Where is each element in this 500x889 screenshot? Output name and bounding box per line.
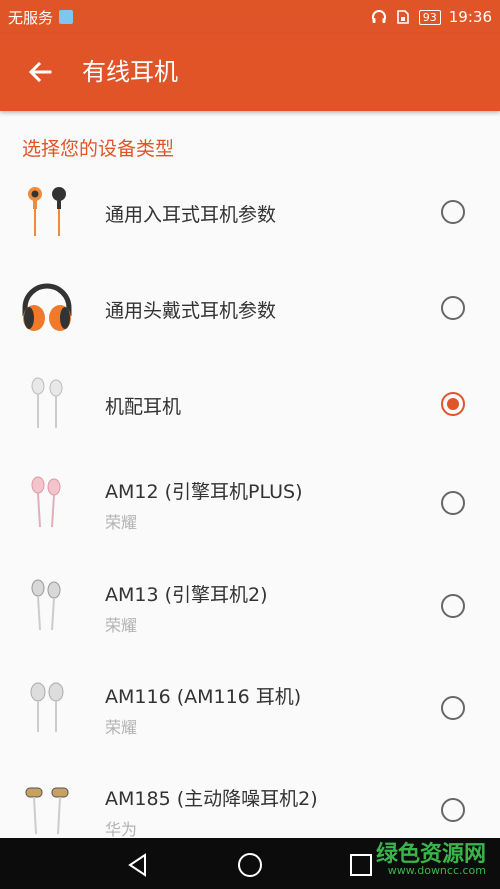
radio-button[interactable]: [441, 200, 465, 224]
item-brand: 荣耀: [105, 513, 138, 532]
radio-button-selected[interactable]: [441, 392, 465, 416]
item-brand: 荣耀: [105, 616, 138, 635]
item-label: 通用头戴式耳机参数: [105, 300, 277, 322]
list-item[interactable]: AM116 (AM116 耳机) 荣耀: [0, 658, 500, 758]
silver-earphone-icon: [31, 579, 61, 631]
list-item[interactable]: 通用头戴式耳机参数: [0, 258, 500, 358]
status-left: 无服务: [8, 0, 74, 34]
radio-button[interactable]: [441, 296, 465, 320]
item-brand: 荣耀: [105, 718, 138, 737]
notification-icon: [59, 10, 74, 24]
page-title: 有线耳机: [82, 58, 178, 86]
clock: 19:36: [448, 8, 492, 26]
pink-earphone-icon: [31, 476, 61, 528]
radio-button[interactable]: [441, 594, 465, 618]
headset-icon: [371, 10, 386, 23]
app-bar: 有线耳机: [0, 34, 500, 111]
item-label: AM116 (AM116 耳机): [105, 686, 302, 708]
list-item[interactable]: AM13 (引擎耳机2) 荣耀: [0, 556, 500, 656]
radio-button[interactable]: [441, 491, 465, 515]
section-title: 选择您的设备类型: [22, 138, 175, 160]
item-label: 通用入耳式耳机参数: [105, 204, 277, 226]
gold-earphone-icon: [25, 787, 69, 835]
back-arrow-icon[interactable]: [24, 56, 56, 88]
status-right: 93 19:36: [371, 0, 492, 34]
battery-icon: 93: [418, 9, 441, 25]
item-label: AM12 (引擎耳机PLUS): [105, 481, 303, 503]
carrier-text: 无服务: [8, 8, 54, 27]
watermark-url: www.downcc.com: [387, 864, 486, 877]
grey-earphone-icon: [30, 682, 64, 732]
list-item[interactable]: 通用入耳式耳机参数: [0, 162, 500, 262]
sim-icon: [396, 10, 409, 24]
status-bar: 无服务 93 19:36: [0, 0, 500, 34]
list-item[interactable]: 机配耳机: [0, 354, 500, 454]
item-label: AM13 (引擎耳机2): [105, 584, 268, 606]
headphone-icon: [22, 283, 72, 331]
recents-nav-icon[interactable]: [348, 852, 374, 878]
radio-button[interactable]: [441, 696, 465, 720]
home-nav-icon[interactable]: [236, 851, 264, 879]
list-item[interactable]: AM12 (引擎耳机PLUS) 荣耀: [0, 453, 500, 553]
item-brand: 华为: [105, 820, 138, 839]
white-earphone-icon: [31, 377, 63, 428]
radio-button[interactable]: [441, 798, 465, 822]
back-nav-icon[interactable]: [125, 852, 151, 878]
in-ear-earphone-icon: [28, 187, 66, 236]
item-label: AM185 (主动降噪耳机2): [105, 788, 318, 810]
item-label: 机配耳机: [105, 396, 182, 418]
